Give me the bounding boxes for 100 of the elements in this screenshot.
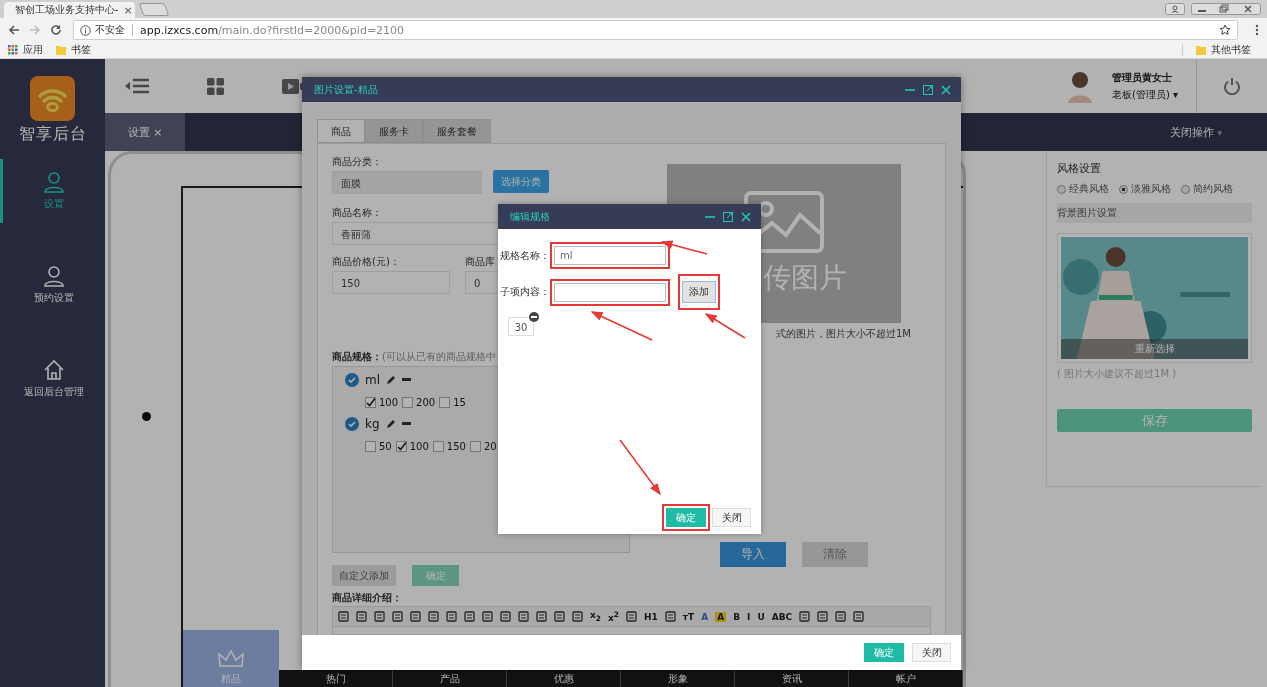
window-controls-drawing[interactable] (1191, 3, 1261, 15)
reload-icon[interactable] (50, 24, 62, 36)
checkbox[interactable] (365, 396, 376, 408)
check-circle-icon[interactable] (345, 417, 359, 431)
user-role-dropdown[interactable]: 老板(管理员) ▾ (1112, 87, 1178, 102)
minus-icon[interactable] (402, 378, 412, 382)
logo-icon (30, 76, 75, 121)
toolbar-button[interactable]: U (757, 611, 765, 622)
close-button[interactable]: 关闭 (712, 508, 751, 527)
option-label: 200 (416, 396, 436, 408)
annotation-arrow (590, 311, 653, 341)
toolbar-icon[interactable] (446, 611, 457, 622)
sidebar-item[interactable]: 返回后台管理 (0, 347, 105, 411)
field-label: 商品分类： (332, 155, 382, 169)
toolbar-icon[interactable] (554, 611, 565, 622)
toolbar-button[interactable]: ABC (771, 611, 793, 622)
toolbar-button[interactable]: x$_{2}$ (590, 610, 602, 623)
sidebar-item[interactable]: 预约设置 (0, 253, 105, 317)
tab-close[interactable]: × (123, 3, 133, 17)
toolbar-icon[interactable] (392, 611, 403, 622)
pencil-icon[interactable] (385, 419, 396, 429)
price-field[interactable]: 150 (332, 271, 450, 294)
close-operations-dropdown[interactable]: 关闭操作 ▾ (1169, 124, 1222, 140)
close-icon[interactable] (741, 211, 751, 222)
apps-icon[interactable] (8, 45, 18, 55)
crown-icon (218, 650, 244, 668)
category-field: 面膜 (332, 171, 482, 194)
tab[interactable]: 商品 (317, 119, 365, 143)
close-button[interactable]: 关闭 (912, 643, 951, 662)
tab[interactable]: 服务套餐 (423, 119, 491, 143)
toolbar-icon[interactable] (338, 611, 349, 622)
bookmark[interactable]: 书签 (71, 43, 91, 57)
toolbar-icon[interactable] (374, 611, 385, 622)
toolbar-icon[interactable] (464, 611, 475, 622)
spec-name-field[interactable]: ml (554, 246, 666, 265)
close-icon[interactable] (941, 84, 951, 95)
pencil-icon[interactable] (386, 375, 397, 385)
check-circle-icon[interactable] (345, 373, 359, 387)
menu-icon[interactable] (125, 78, 149, 94)
remove-icon[interactable] (529, 312, 539, 322)
toolbar-icon[interactable] (799, 611, 811, 622)
toolbar-button[interactable]: тT (682, 611, 695, 622)
more-icon[interactable] (1255, 24, 1259, 36)
field-label: 子项内容： (500, 285, 550, 299)
toolbar-button[interactable]: B (733, 611, 741, 622)
checkbox[interactable] (365, 440, 376, 452)
annotation-arrow (619, 439, 661, 496)
toolbar-button[interactable]: I (747, 611, 751, 622)
toolbar-icon[interactable] (500, 611, 511, 622)
toolbar-icon[interactable] (410, 611, 421, 622)
option-label: 150 (446, 440, 466, 452)
style-radio[interactable]: 淡雅风格 (1119, 182, 1171, 196)
spec-name: ml (365, 373, 381, 387)
browser-tab[interactable]: 智创工场业务支持中心- × (4, 2, 135, 18)
user-icon[interactable] (1165, 3, 1185, 15)
checkbox[interactable] (402, 396, 414, 408)
dialog-title: 编辑规格 (510, 209, 550, 224)
tab[interactable]: 服务卡 (365, 119, 423, 143)
add-button[interactable]: 添加 (682, 281, 716, 303)
address-bar[interactable]: 不安全 app.izxcs.com/main.do?firstId=2000&pid=2100 (73, 20, 1238, 40)
home-dot (141, 412, 151, 421)
toolbar-icon[interactable] (853, 611, 865, 622)
toolbar-icon[interactable] (482, 611, 493, 622)
bookmark[interactable]: 其他书签 (1211, 43, 1251, 57)
style-radio[interactable]: 简约风格 (1181, 182, 1233, 196)
spec-name: kg (365, 417, 380, 431)
highlight-button[interactable]: A (715, 611, 727, 622)
checkbox[interactable] (469, 440, 481, 452)
toolbar-icon[interactable] (572, 611, 583, 622)
field-label: 商品价格(元)： (332, 255, 400, 269)
toolbar-icon[interactable] (817, 611, 829, 622)
minus-icon[interactable] (401, 422, 411, 426)
home-icon (43, 359, 65, 381)
page-tab[interactable]: 设置 × (105, 113, 185, 151)
toolbar-button[interactable]: x$^{2}$ (608, 610, 620, 623)
field-label: 商品库 (465, 255, 495, 269)
checkbox[interactable] (432, 440, 444, 452)
back-icon[interactable] (8, 24, 20, 36)
custom-add-button[interactable]: 自定义添加 (332, 565, 396, 586)
power-icon[interactable] (1223, 77, 1241, 95)
toolbar-icon[interactable] (428, 611, 439, 622)
toolbar-icon[interactable] (356, 611, 367, 622)
maximize-icon[interactable] (723, 211, 733, 222)
grid-icon[interactable] (207, 77, 224, 95)
section-header: 背景图片设置 (1057, 203, 1252, 223)
toolbar-icon[interactable] (626, 611, 638, 622)
bookmark[interactable]: 应用 (23, 43, 43, 57)
info-icon (80, 24, 91, 36)
toolbar-icon[interactable] (518, 611, 529, 622)
toolbar-icon[interactable] (536, 611, 547, 622)
checkbox[interactable] (439, 396, 451, 408)
option-label: 100 (379, 396, 399, 408)
panel-title: 风格设置 (1057, 161, 1102, 176)
checkbox[interactable] (395, 440, 407, 452)
style-radio[interactable]: 经典风格 (1057, 182, 1109, 196)
toolbar-icon[interactable] (664, 611, 676, 622)
maximize-icon[interactable] (923, 84, 933, 95)
toolbar-button[interactable]: H1 (644, 611, 658, 622)
star-icon[interactable] (1219, 24, 1231, 36)
toolbar-icon[interactable] (835, 611, 847, 622)
